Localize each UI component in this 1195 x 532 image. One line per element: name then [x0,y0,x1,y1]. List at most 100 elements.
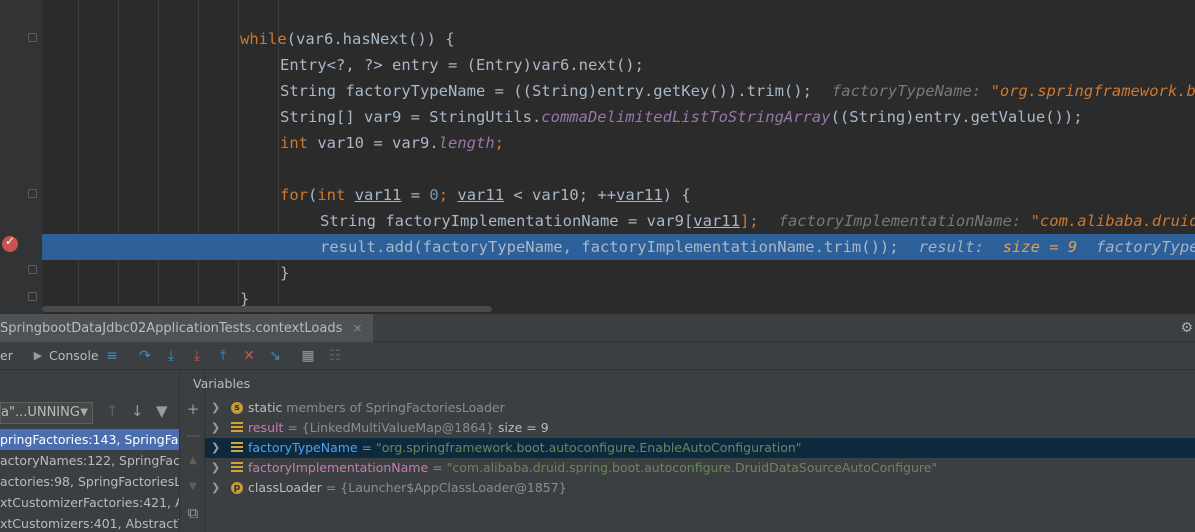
code-token: int [280,134,308,152]
variable-name: factoryImplementationName [248,460,429,475]
code-line[interactable]: for(int var11 = 0; var11 < var10; ++var1… [42,182,1195,208]
variable-row[interactable]: ❯ s static members of SpringFactoriesLoade… [205,398,1195,418]
variable-row[interactable]: ❯ result = {LinkedMultiValueMap@1864} siz… [205,418,1195,438]
console-tab[interactable]: Console [49,348,99,363]
code-token: ; [494,134,504,152]
chevron-right-icon[interactable]: ❯ [211,438,220,458]
chevron-right-icon[interactable]: ❯ [211,458,220,478]
code-token: commaDelimitedListToStringArray [541,108,831,126]
step-over-icon[interactable]: ↷ [136,347,154,365]
add-watch-icon[interactable]: + [184,400,202,418]
show-execution-point-icon[interactable]: ≡ [103,347,121,365]
close-icon[interactable]: × [353,321,363,335]
code-token: length [438,134,495,152]
debug-session-tab[interactable]: SpringbootDataJdbc02ApplicationTests.con… [0,314,373,342]
variable-meta: = [428,460,447,475]
code-line[interactable]: int var10 = var9.length; [42,130,1195,156]
arrow-down-icon[interactable]: ↓ [131,402,144,420]
step-into-icon[interactable]: ⤓ [162,347,180,365]
drop-frame-icon[interactable]: ✕ [240,347,258,365]
variable-name: result [248,420,284,435]
code-token: var11 [354,186,402,204]
step-out-icon[interactable]: ⤒ [214,347,232,365]
chevron-right-icon[interactable]: ❯ [211,478,220,498]
horizontal-scrollbar[interactable] [42,306,492,312]
code-token: ]; [739,212,759,230]
filter-icon[interactable]: ▼ [156,402,168,420]
code-text: } [280,260,289,286]
move-up-icon[interactable]: ▲ [184,452,202,470]
remove-watch-icon[interactable]: — [184,426,202,444]
variable-meta: = [357,440,377,455]
fold-marker-icon[interactable] [28,189,37,198]
inline-value-hint: factoryImplementationName: [778,212,1031,230]
stack-frame[interactable]: pringFactories:143, SpringFactoriesLoade… [0,429,179,450]
code-text: int var10 = var9.length; [280,130,504,156]
evaluate-expression-icon[interactable]: ▦ [299,347,317,365]
run-to-cursor-icon[interactable]: ↘ [266,347,284,365]
gear-icon[interactable]: ⚙ [1180,320,1193,336]
code-text: Entry<?, ?> entry = (Entry)var6.next(); [280,52,644,78]
variable-value: "org.springframework.boot.autoconfigure.… [376,440,802,455]
arrow-up-icon[interactable]: ↑ [106,402,119,420]
fold-marker-icon[interactable] [28,292,37,301]
chevron-down-icon: ▼ [80,407,88,418]
variable-value: "com.alibaba.druid.spring.boot.autoconfi… [446,460,938,475]
code-token: String factoryTypeName = ((String)entry.… [280,82,812,100]
code-token: var10 = var9. [308,134,439,152]
force-step-into-icon[interactable]: ⤓ [188,347,206,365]
variable-text: classLoader = {Launcher$AppClassLoader@1… [248,478,567,498]
execution-line[interactable]: result.add(factoryTypeName, factoryImple… [42,234,1195,260]
code-line[interactable]: String[] var9 = StringUtils.commaDelimit… [42,104,1195,130]
variable-row[interactable]: ❯ p classLoader = {Launcher$AppClassLoader… [205,478,1195,498]
thread-selector[interactable]: a"...UNNING ▼ [0,402,93,424]
variable-name: factoryTypeName [248,440,358,455]
code-text: result.add(factoryTypeName, factoryImple… [320,234,1195,260]
variable-text: factoryImplementationName = "com.alibaba… [248,458,937,478]
stack-frame[interactable]: xtCustomizerFactories:421, AbstractTestC… [0,492,179,513]
static-icon: s [231,402,243,414]
code-line[interactable]: String factoryTypeName = ((String)entry.… [42,78,1195,104]
frames-panel: a"...UNNING ▼ ↑ ↓ ▼ pringFactories:143, … [0,370,180,532]
variable-meta: = {LinkedMultiValueMap@1864} [283,420,499,435]
code-token: = [401,186,430,204]
field-icon [231,462,243,474]
debugger-tab[interactable]: er [0,348,13,363]
stack-frame[interactable]: xtCustomizers:401, AbstractTestContextBo… [0,513,179,532]
field-icon [231,422,243,434]
copy-icon[interactable]: ⧉ [184,504,202,522]
code-line[interactable]: } [42,260,1195,286]
code-line[interactable]: while(var6.hasNext()) { [42,26,1195,52]
variable-text: static members of SpringFactoriesLoader [248,398,505,418]
stack-frame[interactable]: actories:98, SpringFactoriesLoader [0,471,179,492]
code-token: var11 [693,212,740,230]
field-icon [231,442,243,454]
chevron-right-icon[interactable]: ❯ [211,418,220,438]
fold-marker-icon[interactable] [28,33,37,42]
inline-value-hint: factoryTypeName: [1095,238,1195,256]
inline-value-hint: size = 9 [1002,238,1078,256]
code-token: var11 [616,186,663,204]
fold-marker-icon[interactable] [28,265,37,274]
code-token: ( [308,186,318,204]
code-text: for(int var11 = 0; var11 < var10; ++var1… [280,182,691,208]
variable-text: factoryTypeName = "org.springframework.b… [248,438,802,458]
move-down-icon[interactable]: ▼ [184,478,202,496]
variable-row[interactable]: ❯ factoryTypeName = "org.springframework.… [205,438,1195,458]
variable-size: size = 9 [498,420,549,435]
code-token: 0 [429,186,439,204]
breakpoint-icon[interactable] [2,234,18,252]
stack-frame[interactable]: actoryNames:122, SpringFactoriesLoader [0,450,179,471]
code-token: String factoryImplementationName = var9[ [320,212,694,230]
code-line[interactable]: Entry<?, ?> entry = (Entry)var6.next(); [42,52,1195,78]
console-icon: ▶ [33,349,43,362]
variable-row[interactable]: ❯ factoryImplementationName = "com.alibab… [205,458,1195,478]
code-line[interactable] [42,156,1195,182]
chevron-right-icon[interactable]: ❯ [211,398,220,418]
code-line[interactable]: String factoryImplementationName = var9[… [42,208,1195,234]
trace-stream-icon[interactable]: ☷ [326,347,344,365]
code-text: String factoryTypeName = ((String)entry.… [280,78,1195,104]
code-editor[interactable]: while(var6.hasNext()) {Entry<?, ?> entry… [0,0,1195,314]
code-token: var11 [457,186,505,204]
